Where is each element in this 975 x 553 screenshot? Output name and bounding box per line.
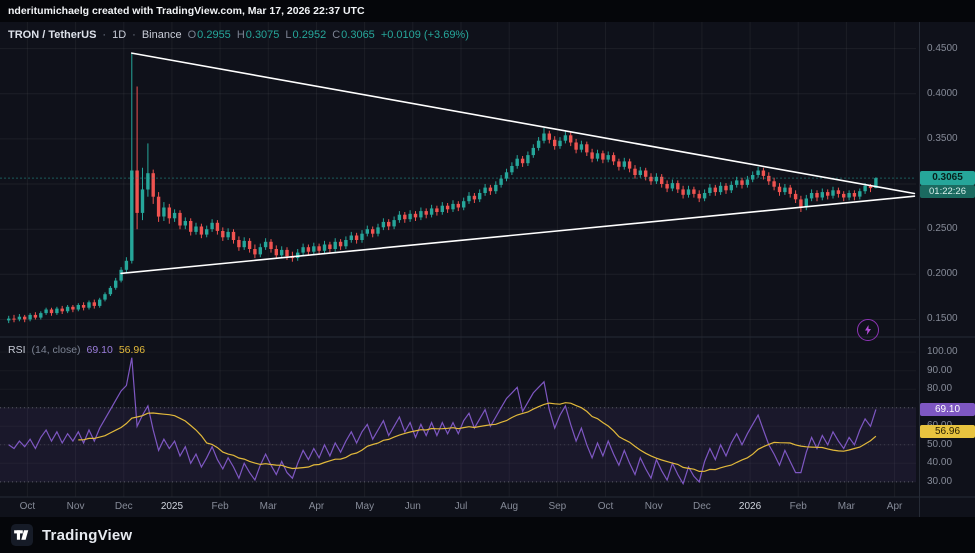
time-axis-label: Mar <box>260 501 277 512</box>
ohlc-high: H0.3075 <box>237 29 280 41</box>
last-price-badge: 0.3065 <box>920 171 975 185</box>
rsi-axis-label: 90.00 <box>927 365 952 377</box>
change-value: +0.0109 (+3.69%) <box>381 29 469 41</box>
ohlc-open: O0.2955 <box>188 29 231 41</box>
rsi-axis-label: 80.00 <box>927 383 952 395</box>
tradingview-chart-export: nderitumichaelg created with TradingView… <box>0 0 975 553</box>
time-axis-label: Sep <box>548 501 566 512</box>
tradingview-wordmark[interactable]: TradingView <box>42 527 132 544</box>
close-value: 0.3065 <box>341 29 375 41</box>
rsi-params: (14, close) <box>32 344 81 356</box>
ohlc-close: C0.3065 <box>332 29 375 41</box>
rsi-axis-label: 50.00 <box>927 439 952 451</box>
high-value: 0.3075 <box>246 29 280 41</box>
price-axis-label: 0.1500 <box>927 313 958 325</box>
chart-area: TRON / TetherUS · 1D · Binance O0.2955 H… <box>0 22 975 517</box>
open-value: 0.2955 <box>197 29 231 41</box>
exchange-label: Binance <box>142 29 182 41</box>
tradingview-logo-icon[interactable] <box>11 524 33 546</box>
trendline-lower[interactable] <box>121 196 914 273</box>
time-axis-label: Feb <box>790 501 807 512</box>
price-axis-label: 0.4500 <box>927 43 958 55</box>
time-axis-label: Nov <box>67 501 85 512</box>
rsi-value: 69.10 <box>87 344 113 356</box>
rsi-axis-label: 100.00 <box>927 346 958 358</box>
interval-label[interactable]: 1D <box>112 29 126 41</box>
boost-icon[interactable] <box>857 319 879 341</box>
footer: TradingView <box>0 517 975 553</box>
low-label: L <box>285 29 291 41</box>
high-label: H <box>237 29 245 41</box>
price-axis-label: 0.3500 <box>927 133 958 145</box>
time-axis-label: May <box>355 501 374 512</box>
countdown-badge: 01:22:26 <box>920 185 975 198</box>
time-axis-label: Nov <box>645 501 663 512</box>
lightning-icon <box>862 324 874 336</box>
chart-canvas[interactable] <box>0 22 975 517</box>
time-axis[interactable]: Oct Nov Dec 2025 Feb Mar Apr May Jun Jul Aug Sep Oct… <box>0 497 975 517</box>
symbol-header: TRON / TetherUS · 1D · Binance O0.2955 H… <box>8 29 469 41</box>
rsi-band <box>0 408 916 482</box>
open-label: O <box>188 29 197 41</box>
rsi-axis-label: 40.00 <box>927 457 952 469</box>
time-axis-label: Jul <box>455 501 468 512</box>
time-axis-label: Aug <box>500 501 518 512</box>
rsi-indicator-title[interactable]: RSI <box>8 344 26 356</box>
time-axis-label: Oct <box>598 501 614 512</box>
time-axis-label: Dec <box>115 501 133 512</box>
separator-dot: · <box>102 29 106 41</box>
price-axis-label: 0.4000 <box>927 88 958 100</box>
symbol-title[interactable]: TRON / TetherUS <box>8 29 96 41</box>
price-axis-label: 0.2000 <box>927 268 958 280</box>
time-axis-label: Apr <box>309 501 325 512</box>
ohlc-low: L0.2952 <box>285 29 326 41</box>
price-axis-label: 0.2500 <box>927 223 958 235</box>
time-axis-label: Oct <box>20 501 36 512</box>
separator-dot: · <box>132 29 136 41</box>
time-axis-label: Dec <box>693 501 711 512</box>
close-label: C <box>332 29 340 41</box>
time-axis-label: Apr <box>887 501 903 512</box>
rsi-header: RSI (14, close) 69.10 56.96 <box>8 344 145 356</box>
time-axis-label: Mar <box>838 501 855 512</box>
rsi-value-badge: 69.10 <box>920 403 975 416</box>
time-axis-label: Jun <box>405 501 421 512</box>
low-value: 0.2952 <box>293 29 327 41</box>
rsi-ma-value: 56.96 <box>119 344 145 356</box>
attribution-bar: nderitumichaelg created with TradingView… <box>0 0 975 22</box>
rsi-axis-label: 30.00 <box>927 476 952 488</box>
time-axis-label: 2025 <box>161 501 183 512</box>
trendline-upper[interactable] <box>132 53 915 193</box>
rsi-ma-badge: 56.96 <box>920 425 975 438</box>
time-axis-label: Feb <box>211 501 228 512</box>
time-axis-label: 2026 <box>739 501 761 512</box>
